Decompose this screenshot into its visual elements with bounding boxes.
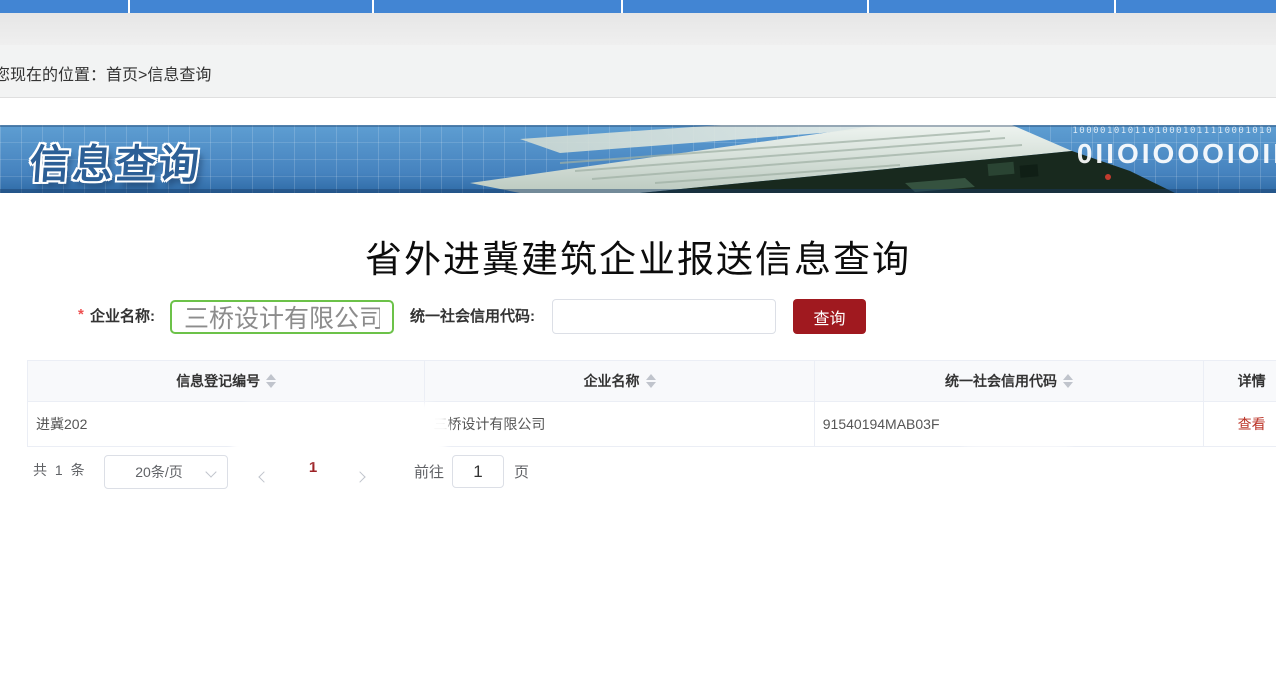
view-detail-link[interactable]: 查看	[1238, 414, 1266, 434]
next-page-button[interactable]	[352, 465, 368, 488]
prev-page-button[interactable]	[256, 465, 272, 488]
column-header-company[interactable]: 企业名称	[425, 361, 814, 401]
cell-detail: 查看	[1204, 402, 1276, 446]
nav-separator	[1114, 0, 1116, 13]
company-name-input[interactable]	[170, 300, 394, 334]
breadcrumb-home-link[interactable]: 首页	[106, 67, 138, 84]
cell-company: 三桥设计有限公司	[425, 402, 814, 446]
breadcrumb-prefix: 您现在的位置：	[0, 67, 106, 84]
redaction-blur	[228, 403, 450, 460]
chevron-right-icon	[354, 471, 365, 482]
nav-separator	[128, 0, 130, 13]
company-name-label: 企业名称:	[90, 305, 155, 326]
required-asterisk: *	[78, 306, 84, 323]
credit-code-label: 统一社会信用代码:	[410, 305, 535, 326]
sort-caret-icon[interactable]	[646, 374, 656, 388]
page-title: 省外进冀建筑企业报送信息查询	[0, 229, 1276, 283]
nav-separator	[867, 0, 869, 13]
banner: 信息查询 10000101011010001011110001010 0IIOI…	[0, 125, 1276, 193]
goto-label: 前往	[414, 461, 444, 482]
search-button[interactable]: 查询	[793, 299, 866, 334]
banner-top-edge	[0, 125, 1276, 127]
top-nav-bar	[0, 0, 1276, 13]
pagination-total: 共 1 条	[33, 460, 87, 480]
column-header-credit-code[interactable]: 统一社会信用代码	[815, 361, 1204, 401]
column-header-detail: 详情	[1204, 361, 1276, 401]
nav-separator	[372, 0, 374, 13]
goto-page-input[interactable]	[452, 455, 504, 488]
page-size-select[interactable]: 20条/页	[104, 455, 228, 489]
table-header-row: 信息登记编号 企业名称 统一社会信用代码 详情	[27, 360, 1276, 402]
sort-caret-icon[interactable]	[1063, 374, 1073, 388]
chevron-left-icon	[258, 471, 269, 482]
binary-digits-small: 10000101011010001011110001010	[1072, 126, 1273, 136]
credit-code-input[interactable]	[552, 299, 776, 334]
breadcrumb-separator: >	[138, 67, 147, 84]
table-row: 进冀202 三桥设计有限公司 91540194MAB03F 查看	[27, 402, 1276, 447]
breadcrumb: 您现在的位置：首页>信息查询	[0, 61, 211, 85]
current-page-number[interactable]: 1	[298, 459, 328, 476]
page-size-value: 20条/页	[135, 462, 182, 482]
header-band	[0, 13, 1276, 45]
chevron-down-icon	[205, 466, 216, 477]
column-header-reg-no[interactable]: 信息登记编号	[28, 361, 425, 401]
results-table: 信息登记编号 企业名称 统一社会信用代码 详情 进冀202 三桥设计有限公司 9…	[27, 360, 1276, 447]
banner-title: 信息查询	[28, 132, 204, 190]
breadcrumb-current: 信息查询	[147, 67, 211, 84]
nav-separator	[621, 0, 623, 13]
page-unit-label: 页	[514, 461, 529, 482]
breadcrumb-bar: 您现在的位置：首页>信息查询	[0, 45, 1276, 98]
redaction-blur	[952, 405, 1082, 446]
binary-digits-large: 0IIOIOOOIOII	[1077, 138, 1276, 170]
sort-caret-icon[interactable]	[266, 374, 276, 388]
banner-bottom-edge	[0, 189, 1276, 193]
